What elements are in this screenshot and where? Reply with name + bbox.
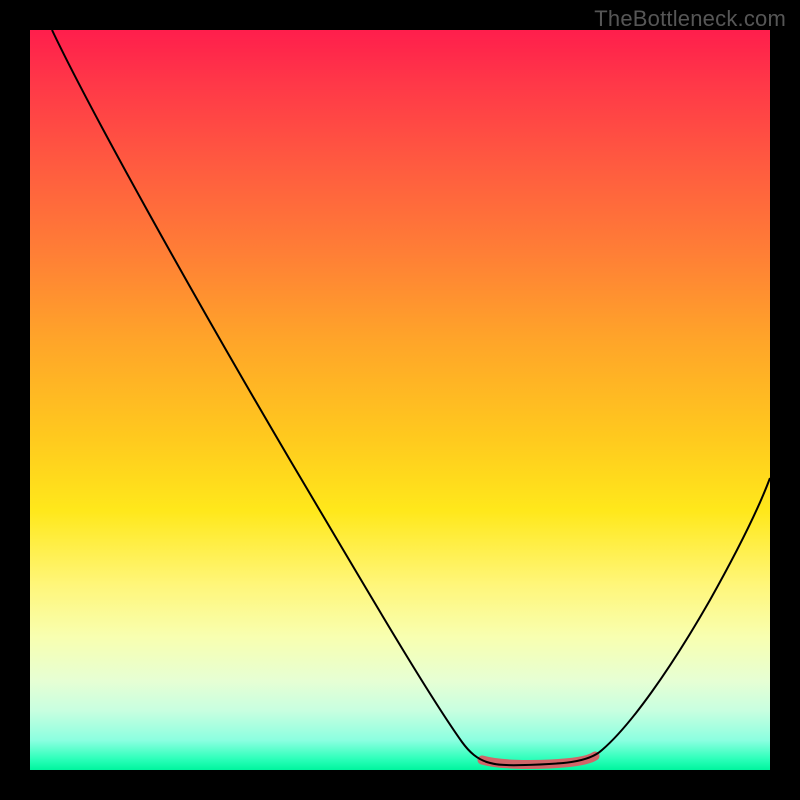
curve-overlay [30, 30, 770, 770]
plot-area [30, 30, 770, 770]
chart-container: TheBottleneck.com [0, 0, 800, 800]
bottleneck-curve [52, 30, 770, 765]
watermark-text: TheBottleneck.com [594, 6, 786, 32]
